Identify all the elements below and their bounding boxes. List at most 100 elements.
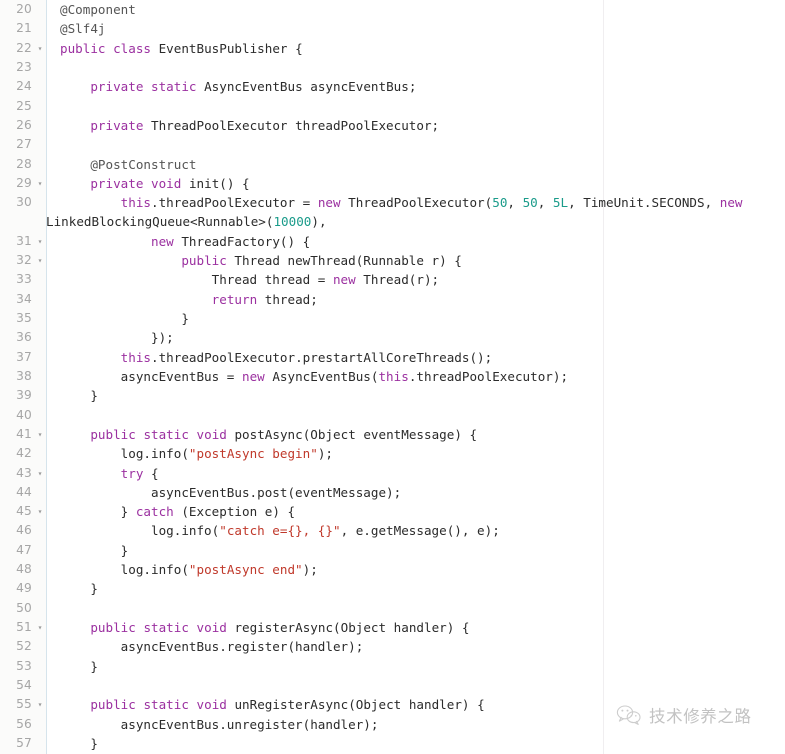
code-line[interactable]: 49 } — [0, 579, 785, 598]
code-line[interactable]: 43 ▾ try { — [0, 464, 785, 483]
code-token-kw: private — [90, 79, 144, 95]
code-line[interactable]: 44 asyncEventBus.post(eventMessage); — [0, 483, 785, 502]
code-token-pl: log.info( — [60, 523, 220, 539]
code-line[interactable]: 21 @Slf4j — [0, 19, 785, 38]
line-number: 46 — [16, 523, 32, 538]
code-line[interactable]: 24 private static AsyncEventBus asyncEve… — [0, 77, 785, 96]
code-line[interactable]: 27 — [0, 135, 785, 154]
wechat-icon — [616, 704, 642, 726]
code-line-text: log.info("postAsync end"); — [60, 560, 318, 579]
code-line[interactable]: 22 ▾ public class EventBusPublisher { — [0, 39, 785, 58]
code-line[interactable]: 50 — [0, 599, 785, 618]
line-number: 52 — [16, 639, 32, 654]
code-line-text: public static void postAsync(Object even… — [60, 425, 477, 444]
code-line[interactable]: 35 } — [0, 309, 785, 328]
code-token-pl: , — [507, 195, 523, 211]
code-line[interactable]: 41 ▾ public static void postAsync(Object … — [0, 425, 785, 444]
fold-triangle-icon[interactable]: ▾ — [36, 251, 44, 270]
code-line-text: public static void registerAsync(Object … — [60, 618, 469, 637]
code-line[interactable]: 52 asyncEventBus.register(handler); — [0, 637, 785, 656]
code-token-kw: static — [143, 426, 189, 442]
code-line[interactable]: 25 — [0, 97, 785, 116]
code-line[interactable]: 38 asyncEventBus = new AsyncEventBus(thi… — [0, 367, 785, 386]
fold-triangle-icon[interactable]: ▾ — [36, 174, 44, 193]
code-line[interactable]: 51 ▾ public static void registerAsync(Obj… — [0, 618, 785, 637]
code-line[interactable]: 32 ▾ public Thread newThread(Runnable r) … — [0, 251, 785, 270]
line-number: 35 — [16, 311, 32, 325]
code-line[interactable]: 36 }); — [0, 328, 785, 347]
code-line[interactable]: 23 — [0, 58, 785, 77]
code-line[interactable]: 31 ▾ new ThreadFactory() { — [0, 232, 785, 251]
line-number: 42 — [16, 446, 32, 461]
code-token-pl: unRegisterAsync(Object handler) { — [226, 697, 485, 713]
fold-triangle-icon[interactable]: ▾ — [36, 464, 44, 483]
code-line[interactable]: 20 @Component — [0, 0, 785, 19]
line-number: 50 — [16, 600, 32, 615]
code-token-kw: new — [332, 272, 356, 288]
watermark: 技术修养之路 — [616, 703, 752, 727]
code-token-pl: ThreadPoolExecutor threadPoolExecutor; — [143, 117, 440, 133]
code-line[interactable]: 37 this.threadPoolExecutor.prestartAllCo… — [0, 348, 785, 367]
code-token-kw: new — [241, 368, 265, 384]
code-line[interactable]: 46 log.info("catch e={}, {}", e.getMessa… — [0, 521, 785, 540]
code-line-text: } — [60, 386, 98, 405]
code-token-pl: ThreadPoolExecutor( — [340, 195, 493, 211]
fold-triangle-icon[interactable]: ▾ — [36, 232, 44, 251]
code-token-kw: public — [181, 253, 227, 269]
code-line[interactable]: 45 ▾ } catch (Exception e) { — [0, 502, 785, 521]
code-line[interactable]: 47 } — [0, 541, 785, 560]
code-token-pl: AsyncEventBus asyncEventBus; — [196, 79, 417, 95]
code-token-kw: static — [151, 79, 197, 95]
fold-triangle-icon[interactable]: ▾ — [36, 39, 44, 58]
code-line-continuation[interactable]: LinkedBlockingQueue<Runnable>(10000), — [0, 212, 785, 231]
code-line-text: private static AsyncEventBus asyncEventB… — [60, 77, 416, 96]
code-line[interactable]: 39 } — [0, 386, 785, 405]
code-token-pl: .threadPoolExecutor = — [151, 195, 318, 211]
code-line[interactable]: 30 this.threadPoolExecutor = new ThreadP… — [0, 193, 785, 212]
code-line[interactable]: 40 — [0, 406, 785, 425]
code-line-text: public static void unRegisterAsync(Objec… — [60, 695, 485, 714]
fold-triangle-icon[interactable]: ▾ — [36, 425, 44, 444]
fold-triangle-icon[interactable]: ▾ — [36, 695, 44, 714]
line-number: 22 — [16, 40, 32, 55]
fold-triangle-icon[interactable]: ▾ — [36, 618, 44, 637]
code-token-pl: thread; — [257, 291, 318, 307]
code-token-pl: }); — [60, 330, 174, 346]
code-token-pl: asyncEventBus.register(handler); — [60, 639, 364, 655]
code-line[interactable]: 48 log.info("postAsync end"); — [0, 560, 785, 579]
code-line[interactable]: 42 log.info("postAsync begin"); — [0, 444, 785, 463]
line-number: 48 — [16, 562, 32, 577]
code-token-pl: asyncEventBus.unregister(handler); — [60, 716, 379, 732]
line-number: 55 — [16, 697, 32, 712]
code-line[interactable]: 54 — [0, 676, 785, 695]
code-line[interactable]: 53 } — [0, 657, 785, 676]
line-number: 41 — [16, 426, 32, 441]
code-line-text: } catch (Exception e) { — [60, 502, 295, 521]
fold-triangle-icon[interactable]: ▾ — [36, 502, 44, 521]
code-line[interactable]: 26 private ThreadPoolExecutor threadPool… — [0, 116, 785, 135]
line-number: 49 — [16, 581, 32, 596]
code-token-pl: } — [60, 581, 98, 597]
code-token-kw: static — [143, 620, 189, 635]
code-token-pl: (Exception e) { — [173, 504, 296, 520]
line-number: 29 — [16, 175, 32, 190]
code-token-pl: ); — [317, 446, 333, 462]
code-line[interactable]: 28 @PostConstruct — [0, 155, 785, 174]
code-line[interactable]: 57 } — [0, 734, 785, 753]
code-token-str: "catch e={}, {}" — [219, 523, 341, 539]
line-number: 39 — [16, 388, 32, 403]
code-content-area[interactable]: 20 @Component 21 @Slf4j 22 ▾ public class Even… — [0, 0, 785, 754]
code-line[interactable]: 29 ▾ private void init() { — [0, 174, 785, 193]
code-token-str: "postAsync begin" — [188, 446, 318, 462]
code-line[interactable]: 34 return thread; — [0, 290, 785, 309]
line-number: 31 — [16, 233, 32, 248]
code-token-pl: ThreadFactory() { — [173, 233, 311, 249]
code-line[interactable]: 33 Thread thread = new Thread(r); — [0, 270, 785, 289]
